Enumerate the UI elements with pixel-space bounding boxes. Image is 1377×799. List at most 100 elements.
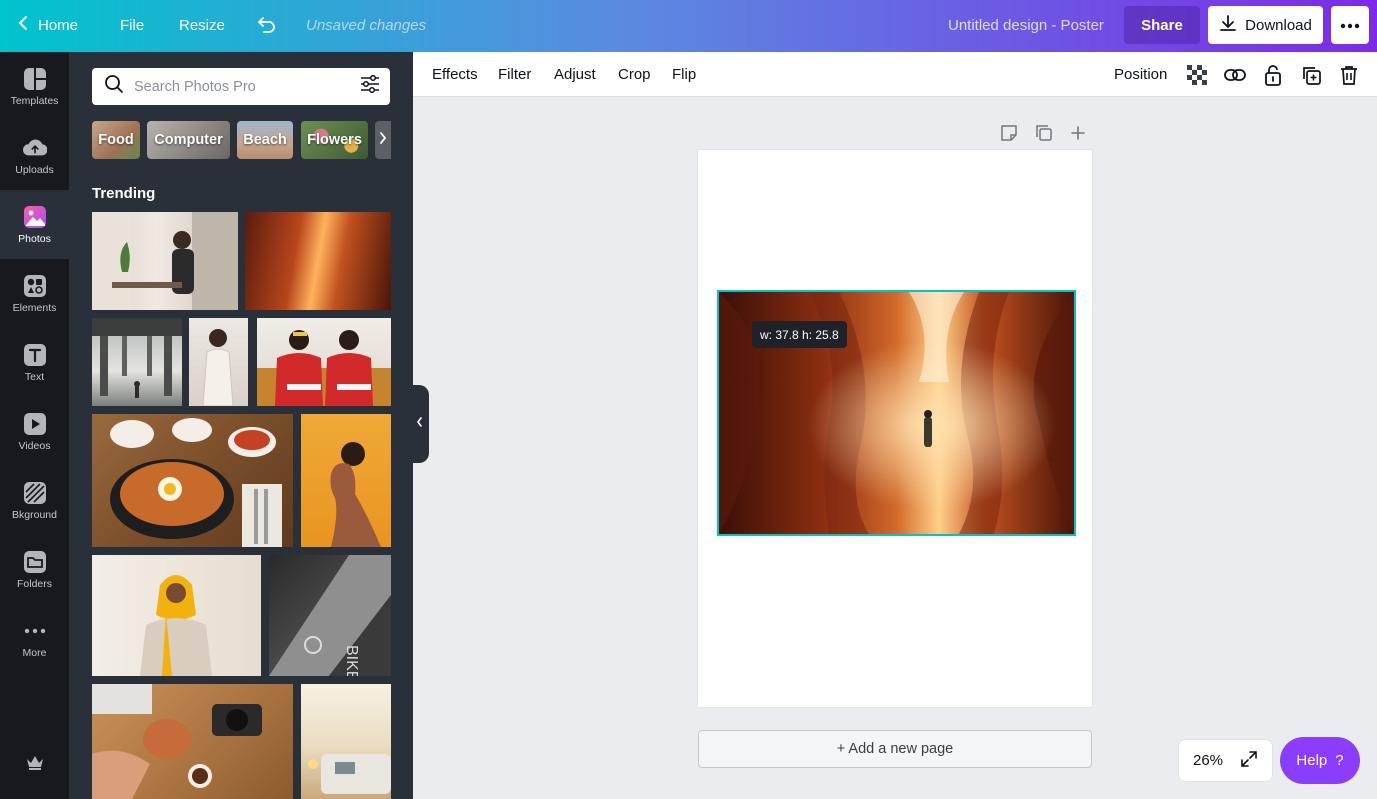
undo-icon[interactable] — [256, 0, 276, 50]
side-rail: Templates Uploads Photos Elements Text V… — [0, 52, 69, 799]
add-page-icon[interactable] — [1067, 122, 1089, 144]
rail-label: Uploads — [15, 163, 54, 176]
search-icon — [104, 74, 124, 99]
trash-icon[interactable] — [1336, 62, 1362, 88]
photo-content — [202, 329, 234, 406]
lock-icon[interactable] — [1260, 62, 1286, 88]
category-chip-food[interactable]: Food — [92, 121, 140, 159]
rail-item-elements[interactable]: Elements — [0, 259, 69, 328]
chip-label: Food — [98, 132, 134, 148]
download-icon — [1219, 14, 1237, 36]
category-chip-beach[interactable]: Beach — [237, 121, 293, 159]
effects-button[interactable]: Effects — [432, 52, 478, 96]
more-horizontal-icon — [1340, 16, 1360, 34]
photo-thumbnail-canyon[interactable] — [245, 212, 391, 310]
chip-label: Computer — [154, 132, 223, 148]
unsaved-status: Unsaved changes — [306, 16, 427, 34]
search-input[interactable] — [134, 78, 360, 95]
help-button[interactable]: Help ? — [1280, 737, 1360, 784]
category-chip-flowers[interactable]: Flowers — [301, 121, 368, 159]
rail-label: Photos — [18, 232, 51, 245]
collapse-panel-button[interactable] — [409, 385, 429, 463]
photo-thumbnail-camper-van[interactable] — [301, 684, 391, 799]
photo-thumbnail-bibimbap[interactable] — [92, 414, 293, 547]
transparency-icon[interactable] — [1184, 62, 1210, 88]
videos-icon — [23, 412, 47, 436]
chip-label: Flowers — [307, 132, 362, 148]
rail-label: Templates — [10, 94, 59, 107]
premium-crown-button[interactable] — [0, 732, 69, 792]
photo-content: BIKE — [269, 555, 391, 676]
photo-thumbnail-bike-lane[interactable]: BIKE — [269, 555, 391, 676]
zoom-control[interactable]: 26% — [1179, 740, 1272, 781]
photo-content — [140, 575, 212, 676]
photos-icon — [23, 205, 47, 229]
zoom-level[interactable]: 26% — [1193, 752, 1223, 769]
link-icon[interactable] — [1222, 62, 1248, 88]
photo-thumbnail-desk-cameras[interactable] — [92, 684, 293, 799]
text-icon — [23, 343, 47, 367]
photo-content — [110, 418, 282, 547]
rail-item-text[interactable]: Text — [0, 328, 69, 397]
home-button[interactable]: Home — [18, 0, 78, 50]
photo-thumbnail-woman-profile[interactable] — [301, 414, 391, 547]
chip-label: Beach — [243, 132, 287, 148]
photo-content — [257, 330, 391, 406]
crop-button[interactable]: Crop — [618, 52, 651, 96]
add-page-button[interactable]: + Add a new page — [698, 730, 1092, 768]
position-button[interactable]: Position — [1114, 52, 1167, 96]
design-title[interactable]: Untitled design - Poster — [948, 0, 1104, 50]
photo-thumbnail-woman-dress[interactable] — [189, 318, 248, 406]
size-tooltip: w: 37.8 h: 25.8 — [752, 321, 847, 348]
photo-content — [308, 754, 391, 794]
section-title: Trending — [92, 185, 156, 202]
rail-item-photos[interactable]: Photos — [0, 190, 69, 259]
rail-label: Elements — [12, 301, 57, 314]
duplicate-icon[interactable] — [1298, 62, 1324, 88]
image-toolbar: Effects Filter Adjust Crop Flip Position — [413, 52, 1377, 97]
chevron-right-icon — [379, 131, 387, 150]
question-mark-icon: ? — [1335, 752, 1344, 769]
filter-button[interactable]: Filter — [498, 52, 531, 96]
resize-button[interactable]: Resize — [179, 0, 225, 50]
duplicate-page-icon[interactable] — [1033, 122, 1055, 144]
photo-thumbnail-couple-pizza[interactable] — [257, 318, 391, 406]
help-label: Help — [1296, 752, 1328, 769]
photo-thumbnail-pier[interactable] — [92, 318, 182, 406]
background-icon — [23, 481, 47, 505]
rail-label: Text — [24, 370, 45, 383]
rail-item-uploads[interactable]: Uploads — [0, 121, 69, 190]
more-icon — [23, 619, 47, 643]
photo-thumbnail-woman-phone[interactable] — [92, 212, 238, 310]
filter-settings-icon[interactable] — [360, 74, 380, 98]
photo-content — [92, 318, 182, 398]
rail-label: Folders — [16, 577, 52, 590]
rail-item-folders[interactable]: Folders — [0, 535, 69, 604]
category-chip-computer[interactable]: Computer — [147, 121, 230, 159]
search-bar — [92, 68, 390, 105]
flip-button[interactable]: Flip — [672, 52, 696, 96]
chevron-left-icon — [18, 15, 28, 35]
rail-item-videos[interactable]: Videos — [0, 397, 69, 466]
page-notes-icon[interactable] — [998, 122, 1020, 144]
crown-icon — [23, 750, 47, 774]
rail-label: Videos — [18, 439, 51, 452]
rail-item-templates[interactable]: Templates — [0, 52, 69, 121]
download-button[interactable]: Download — [1208, 6, 1323, 44]
file-menu-button[interactable]: File — [120, 0, 144, 50]
download-label: Download — [1245, 16, 1312, 34]
chips-next-button[interactable] — [375, 121, 391, 159]
adjust-button[interactable]: Adjust — [554, 52, 596, 96]
home-label: Home — [38, 16, 79, 34]
photo-thumbnail-woman-hijab[interactable] — [92, 555, 261, 676]
upload-cloud-icon — [22, 136, 47, 160]
more-options-button[interactable] — [1331, 6, 1369, 44]
rail-item-background[interactable]: Bkground — [0, 466, 69, 535]
expand-icon[interactable] — [1240, 750, 1258, 772]
elements-icon — [23, 274, 47, 298]
photos-panel: Food Computer Beach Flowers Trending B — [69, 52, 413, 799]
share-button[interactable]: Share — [1124, 6, 1200, 44]
rail-item-more[interactable]: More — [0, 604, 69, 673]
photo-content — [330, 442, 381, 547]
svg-text:BIKE: BIKE — [343, 645, 360, 676]
